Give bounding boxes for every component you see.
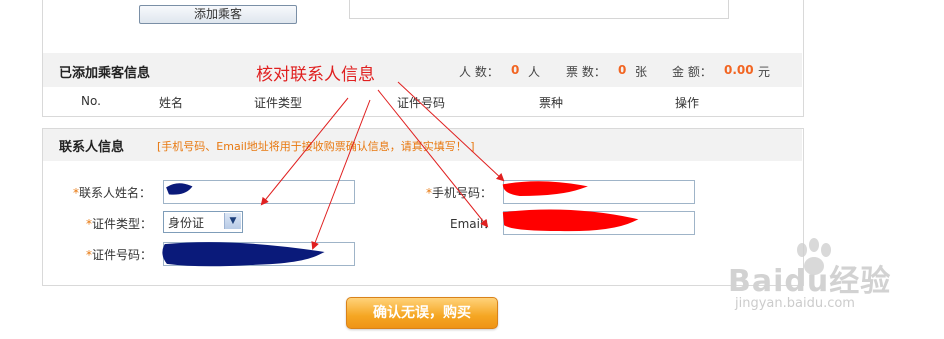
redaction-scribble-id-number: [162, 242, 325, 267]
redaction-scribble-name: [166, 183, 193, 195]
redaction-scribble-phone: [502, 181, 588, 197]
annotation-arrow: [311, 99, 371, 250]
watermark-url: jingyan.baidu.com: [735, 296, 855, 311]
redaction-scribble-email: [502, 209, 639, 232]
annotation-arrow: [260, 97, 349, 206]
confirm-purchase-button[interactable]: 确认无误，购买: [346, 297, 498, 329]
watermark-brand: Baidu经验: [728, 264, 892, 299]
annotation-arrow: [397, 81, 505, 182]
annotation-text: 核对联系人信息: [256, 65, 375, 85]
annotation-arrow: [377, 89, 489, 228]
